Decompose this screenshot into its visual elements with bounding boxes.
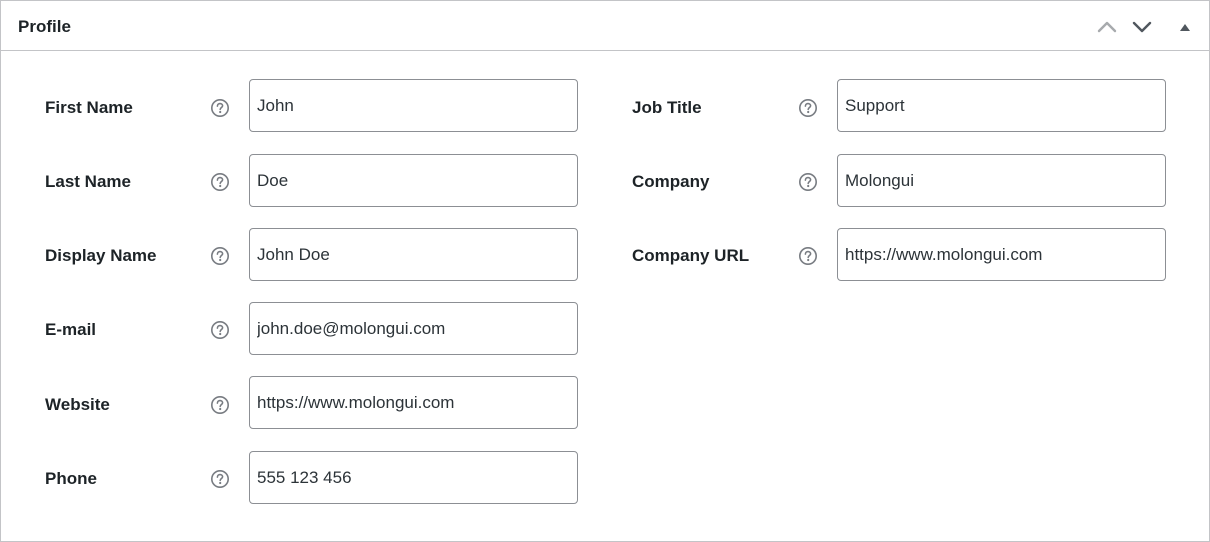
- question-circle-icon[interactable]: [798, 98, 818, 118]
- company-url-label: Company URL: [632, 246, 750, 265]
- toggle-panel-button[interactable]: [1172, 14, 1198, 40]
- email-input[interactable]: [249, 302, 578, 355]
- chevron-down-icon: [1132, 20, 1152, 34]
- job-title-input[interactable]: [837, 79, 1166, 132]
- question-circle-icon[interactable]: [210, 172, 230, 192]
- company-url-input[interactable]: [837, 228, 1166, 281]
- chevron-up-icon: [1097, 20, 1117, 34]
- last-name-label: Last Name: [45, 172, 131, 191]
- question-circle-icon[interactable]: [210, 395, 230, 415]
- move-up-button[interactable]: [1094, 14, 1120, 40]
- display-name-input[interactable]: [249, 228, 578, 281]
- email-label: E-mail: [45, 320, 97, 339]
- first-name-label: First Name: [45, 98, 133, 117]
- question-circle-icon[interactable]: [798, 246, 818, 266]
- question-circle-icon[interactable]: [798, 172, 818, 192]
- question-circle-icon[interactable]: [210, 320, 230, 340]
- last-name-input[interactable]: [249, 154, 578, 207]
- panel-title: Profile: [18, 17, 71, 36]
- phone-input[interactable]: [249, 451, 578, 504]
- company-input[interactable]: [837, 154, 1166, 207]
- first-name-input[interactable]: [249, 79, 578, 132]
- question-circle-icon[interactable]: [210, 469, 230, 489]
- website-label: Website: [45, 395, 110, 414]
- question-circle-icon[interactable]: [210, 246, 230, 266]
- display-name-label: Display Name: [45, 246, 157, 265]
- phone-label: Phone: [45, 469, 97, 488]
- panel-header: Profile: [1, 1, 1209, 51]
- move-down-button[interactable]: [1129, 14, 1155, 40]
- triangle-up-icon: [1179, 22, 1191, 32]
- profile-panel: Profile First Name John Last Name Doe Di…: [0, 0, 1210, 542]
- question-circle-icon[interactable]: [210, 98, 230, 118]
- website-input[interactable]: [249, 376, 578, 429]
- job-title-label: Job Title: [632, 98, 702, 117]
- company-label: Company: [632, 172, 710, 191]
